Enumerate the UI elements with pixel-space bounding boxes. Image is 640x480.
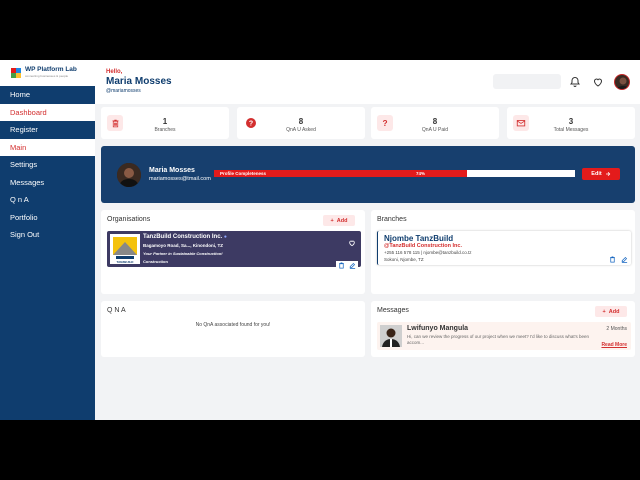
edit-profile-button[interactable]: Edit [582, 168, 620, 180]
organisation-tagline: Your Partner in Sustainable Construction… [143, 251, 223, 256]
profile-progress-bar: Profile Completeness 74% [214, 170, 575, 177]
edit-icon[interactable] [621, 256, 628, 263]
app-window: WP Platform Lab connecting businesses & … [0, 60, 640, 420]
add-message-button[interactable]: + Add [595, 306, 627, 317]
qna-panel: Q N A No QnA associated found for you! [101, 301, 365, 357]
panel-title: Messages [377, 307, 409, 314]
top-header: Hello, Maria Mosses @mariamosses [95, 60, 640, 104]
profile-banner: Maria Mosses mariamosses@tmail.com Profi… [101, 146, 635, 203]
profile-avatar[interactable] [117, 163, 141, 187]
sidebar-item-settings[interactable]: Settings [0, 156, 95, 174]
search-input[interactable] [493, 74, 561, 89]
sidebar-item-portfolio[interactable]: Portfolio [0, 209, 95, 227]
stat-value: 8 [432, 117, 438, 126]
greeting: Hello, [106, 69, 123, 75]
stat-value: 3 [568, 117, 574, 126]
logo-text: TANZBUILD [116, 260, 134, 264]
organisation-address: Bagamoyo Road, Sa..., Kinondoni, TZ [143, 243, 224, 248]
panel-title: Q N A [107, 307, 126, 314]
bell-icon[interactable] [569, 75, 581, 87]
stat-value: 1 [162, 117, 168, 126]
progress-label: Profile Completeness [220, 171, 267, 176]
organisations-panel: Organisations + Add TANZBUILD TanzBuild … [101, 210, 365, 294]
progress-percent: 74% [416, 171, 426, 176]
add-organisation-button[interactable]: + Add [323, 215, 355, 226]
user-avatar[interactable] [614, 74, 630, 90]
message-preview: Hi, can we review the progress of our pr… [407, 334, 590, 345]
stat-card-messages[interactable]: 3 Total Messages [507, 107, 635, 139]
profile-name: Maria Mosses [149, 167, 195, 174]
message-item[interactable]: Lwifunyo Mangula 2 Months Hi, can we rev… [377, 322, 631, 350]
user-handle: @mariamosses [106, 88, 141, 94]
sidebar-item-dashboard[interactable]: Dashboard [0, 103, 95, 121]
message-time: 2 Months [606, 326, 627, 332]
sidebar-item-messages[interactable]: Messages [0, 174, 95, 192]
plus-icon: + [330, 217, 334, 224]
stat-label: Total Messages [553, 127, 589, 133]
plus-icon: + [602, 308, 606, 315]
read-more-link[interactable]: Read More [601, 342, 627, 348]
branch-name: Njombe TanzBuild [384, 234, 454, 243]
qna-empty-message: No QnA associated found for you! [195, 322, 271, 328]
stat-label: QnA U Asked [286, 127, 316, 133]
messages-panel: Messages + Add Lwifunyo Mangula 2 Months… [371, 301, 635, 357]
sidebar-item-main[interactable]: Main [0, 138, 95, 156]
favorite-heart-icon[interactable] [348, 234, 356, 247]
arrow-right-icon [605, 171, 610, 177]
branch-organisation: @TanzBuild Construction Inc. [384, 243, 462, 249]
stat-card-branches[interactable]: 1 Branches [101, 107, 229, 139]
verified-icon: ● [223, 234, 227, 240]
brand-name: WP Platform Lab [25, 66, 77, 73]
branch-contact: +255 116 578 115 | njombe@tanzbuild.co.t… [384, 250, 472, 255]
brand[interactable]: WP Platform Lab connecting businesses & … [0, 60, 95, 86]
organisation-name: TanzBuild Construction Inc. [143, 234, 223, 240]
panel-title: Organisations [107, 216, 151, 223]
brand-tagline: connecting businesses & people [25, 74, 69, 78]
branches-panel: Branches Njombe TanzBuild @TanzBuild Con… [371, 210, 635, 294]
stat-label: Branches [154, 127, 176, 133]
organisation-card[interactable]: TANZBUILD TanzBuild Construction Inc. ● … [107, 231, 361, 270]
sidebar-item-home[interactable]: Home [0, 86, 95, 104]
delete-icon[interactable] [338, 262, 345, 269]
user-name: Maria Mosses [106, 76, 172, 87]
sidebar-nav: Home Dashboard Register Main Settings Me… [0, 86, 95, 244]
delete-icon[interactable] [609, 256, 616, 263]
sender-avatar [380, 325, 402, 347]
sidebar-item-qna[interactable]: Q n A [0, 191, 95, 209]
organisation-logo: TANZBUILD [110, 234, 140, 264]
edit-icon[interactable] [349, 262, 356, 269]
sidebar: WP Platform Lab connecting businesses & … [0, 60, 95, 420]
profile-email: mariamosses@tmail.com [149, 176, 211, 182]
sidebar-item-register[interactable]: Register [0, 121, 95, 139]
stat-card-qna-asked[interactable]: ? 8 QnA U Asked [237, 107, 365, 139]
panel-title: Branches [377, 216, 407, 223]
sidebar-item-sign-out[interactable]: Sign Out [0, 226, 95, 244]
brand-logo-icon [11, 68, 21, 78]
branch-card[interactable]: Njombe TanzBuild @TanzBuild Construction… [377, 231, 631, 265]
heart-icon[interactable] [592, 75, 604, 87]
stat-value: 8 [298, 117, 304, 126]
stat-card-qna-paid[interactable]: ? 8 QnA U Paid [371, 107, 499, 139]
organisation-category: Construction [143, 259, 168, 264]
branch-location: Sokoni, Njombe, TZ [384, 257, 424, 262]
sender-name: Lwifunyo Mangula [407, 325, 469, 332]
stat-label: QnA U Paid [421, 127, 449, 133]
